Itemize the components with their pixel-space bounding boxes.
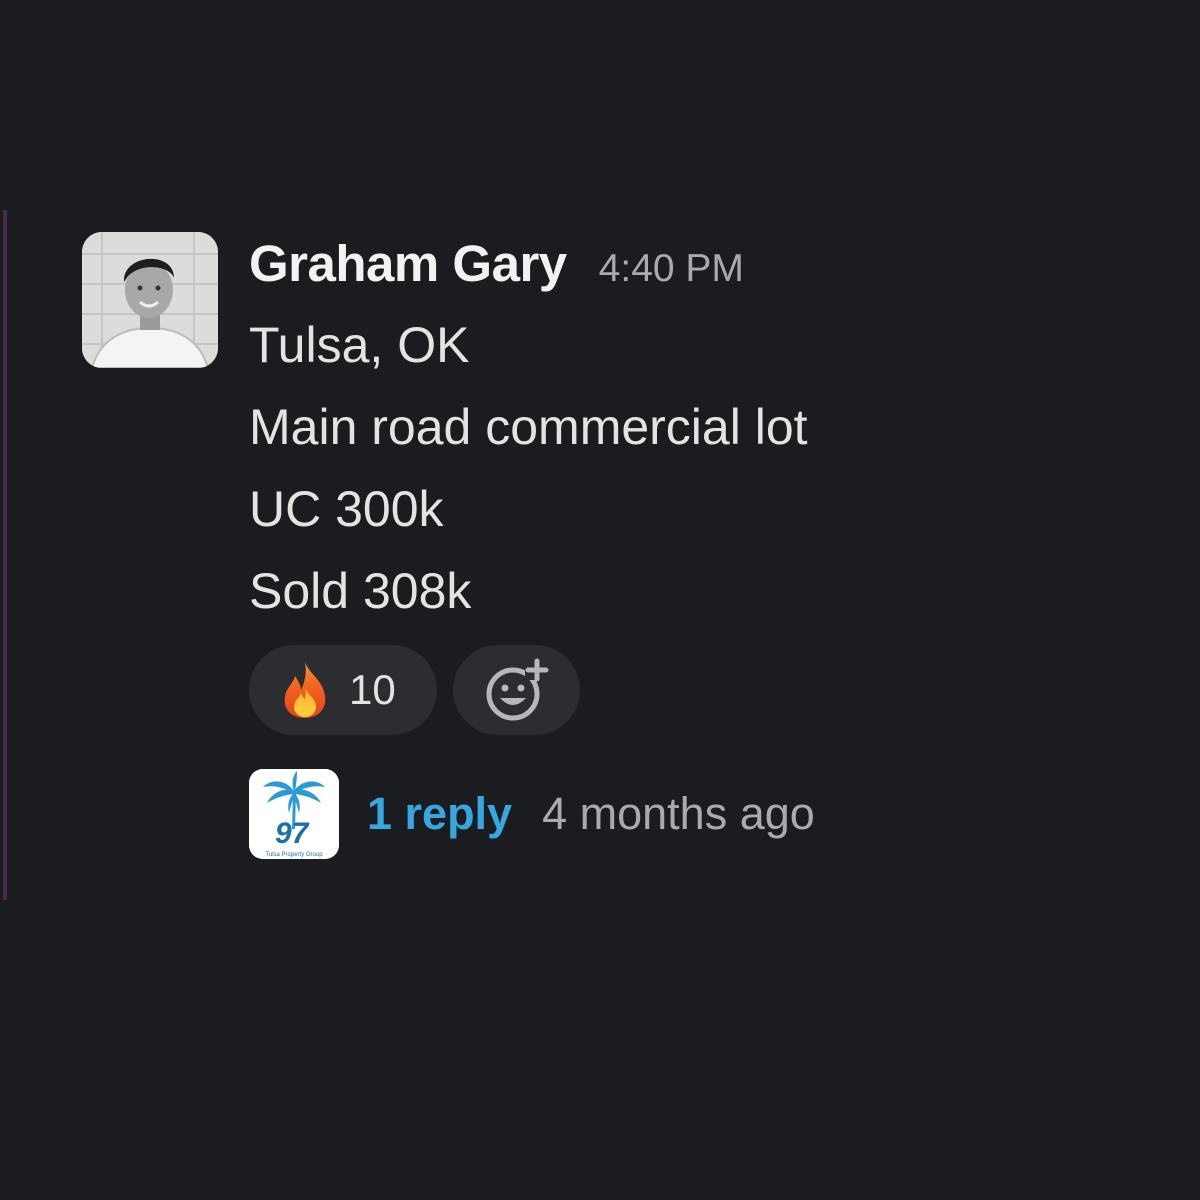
highlight-bar	[3, 210, 7, 900]
message-line: Sold 308k	[249, 563, 472, 619]
last-reply-time: 4 months ago	[542, 788, 815, 839]
message-line: Tulsa, OK	[249, 317, 470, 373]
add-reaction-button[interactable]	[453, 645, 580, 735]
reaction-count: 10	[349, 666, 396, 713]
message-line: UC 300k	[249, 481, 444, 537]
add-reaction-icon	[486, 658, 549, 721]
logo-text: 97	[275, 817, 310, 850]
message-content: Graham Gary 4:40 PM Tulsa, OK Main road …	[249, 232, 815, 859]
reply-avatar[interactable]: 97 Tulsa Property Group	[249, 769, 339, 859]
message-timestamp[interactable]: 4:40 PM	[599, 239, 744, 299]
message-view: Graham Gary 4:40 PM Tulsa, OK Main road …	[0, 0, 1200, 1200]
author-avatar[interactable]	[82, 232, 218, 368]
avatar-photo	[82, 232, 218, 368]
message-header: Graham Gary 4:40 PM	[249, 232, 808, 304]
author-name[interactable]: Graham Gary	[249, 234, 567, 294]
palm-logo-icon: 97 Tulsa Property Group	[249, 769, 339, 859]
logo-subtext: Tulsa Property Group	[265, 852, 323, 858]
reply-count-link[interactable]: 1 reply	[367, 788, 512, 840]
reaction-bar: 10	[249, 645, 580, 735]
reaction-fire-button[interactable]: 10	[249, 645, 437, 735]
message-line: Main road commercial lot	[249, 399, 808, 455]
fire-icon	[284, 662, 326, 718]
thread-summary[interactable]: 97 Tulsa Property Group 1 reply 4 months…	[249, 769, 815, 859]
